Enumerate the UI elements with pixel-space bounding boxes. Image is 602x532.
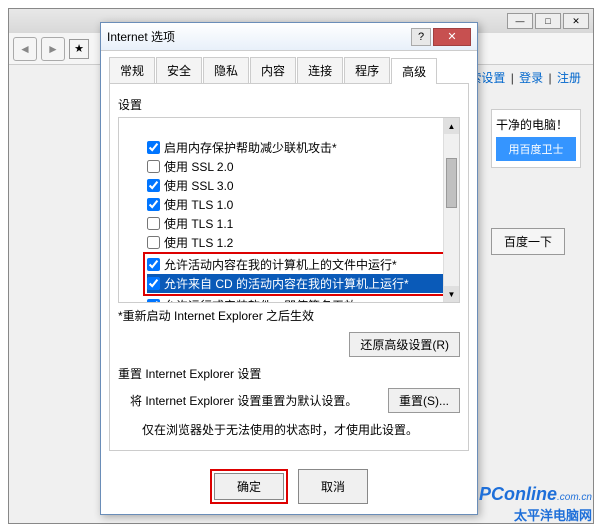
setting-label: 使用 TLS 1.1: [164, 215, 233, 232]
ok-button-highlight: 确定: [210, 469, 288, 504]
setting-checkbox[interactable]: [147, 217, 160, 230]
setting-label: 使用 SSL 3.0: [164, 177, 234, 194]
setting-checkbox[interactable]: [147, 299, 160, 303]
setting-label: 允许运行或安装软件，即使签名无效: [164, 297, 356, 303]
settings-listbox[interactable]: 🔒 启用内存保护帮助减少联机攻击* 使用 SSL 2.0 使用 SSL 3.0 使用 …: [118, 117, 460, 303]
setting-checkbox[interactable]: [147, 277, 160, 290]
setting-item[interactable]: 使用 SSL 3.0: [147, 176, 455, 195]
setting-label: 允许活动内容在我的计算机上的文件中运行*: [164, 256, 397, 273]
scroll-thumb[interactable]: [446, 158, 457, 208]
watermark-logo: PConline.com.cn: [479, 484, 592, 505]
setting-checkbox[interactable]: [147, 160, 160, 173]
setting-item[interactable]: 允许运行或安装软件，即使签名无效: [147, 296, 455, 303]
setting-label: 使用 SSL 2.0: [164, 158, 234, 175]
setting-label: 启用内存保护帮助减少联机攻击*: [164, 139, 337, 156]
reset-section-title: 重置 Internet Explorer 设置: [118, 365, 460, 382]
tab-连接[interactable]: 连接: [297, 57, 343, 83]
scrollbar[interactable]: ▲ ▼: [443, 118, 459, 302]
setting-item[interactable]: 使用 TLS 1.0: [147, 195, 455, 214]
setting-item[interactable]: 使用 TLS 1.1: [147, 214, 455, 233]
restore-defaults-button[interactable]: 还原高级设置(R): [349, 332, 460, 357]
forward-button[interactable]: ►: [41, 37, 65, 61]
dialog-titlebar[interactable]: Internet 选项 ? ✕: [101, 23, 477, 51]
setting-item[interactable]: 允许活动内容在我的计算机上的文件中运行*: [147, 255, 451, 274]
highlighted-settings: 允许活动内容在我的计算机上的文件中运行* 允许来自 CD 的活动内容在我的计算机上…: [143, 252, 455, 296]
reset-note: 仅在浏览器处于无法使用的状态时，才使用此设置。: [142, 421, 460, 438]
setting-label: 使用 TLS 1.2: [164, 234, 233, 251]
scroll-down-arrow[interactable]: ▼: [444, 286, 459, 302]
back-button[interactable]: ◄: [13, 37, 37, 61]
minimize-button[interactable]: —: [507, 13, 533, 29]
scroll-up-arrow[interactable]: ▲: [444, 118, 459, 134]
setting-checkbox[interactable]: [147, 198, 160, 211]
lock-icon: 🔒: [118, 123, 121, 137]
setting-label: 使用 TLS 1.0: [164, 196, 233, 213]
tab-程序[interactable]: 程序: [344, 57, 390, 83]
tab-高级[interactable]: 高级: [391, 58, 437, 84]
baidu-search-button[interactable]: 百度一下: [491, 228, 565, 255]
dialog-help-button[interactable]: ?: [411, 28, 431, 46]
dialog-close-button[interactable]: ✕: [433, 28, 471, 46]
settings-group-label: 设置: [118, 96, 460, 113]
setting-checkbox[interactable]: [147, 179, 160, 192]
reset-description: 将 Internet Explorer 设置重置为默认设置。: [130, 392, 357, 409]
tab-隐私[interactable]: 隐私: [203, 57, 249, 83]
setting-checkbox[interactable]: [147, 236, 160, 249]
maximize-button[interactable]: □: [535, 13, 561, 29]
close-button[interactable]: ✕: [563, 13, 589, 29]
advanced-tab-content: 设置 🔒 启用内存保护帮助减少联机攻击* 使用 SSL 2.0 使用 SSL 3.0…: [109, 83, 469, 451]
cancel-button[interactable]: 取消: [298, 469, 368, 504]
security-tree-node: 🔒: [127, 122, 455, 138]
setting-checkbox[interactable]: [147, 258, 160, 271]
setting-item[interactable]: 允许来自 CD 的活动内容在我的计算机上运行*: [147, 274, 451, 293]
promo-text: 干净的电脑！: [496, 116, 576, 133]
side-panel: 干净的电脑！ 用百度卫士 百度一下: [491, 109, 581, 255]
internet-options-dialog: Internet 选项 ? ✕ 常规安全隐私内容连接程序高级 设置 🔒 启用内存…: [100, 22, 478, 515]
reset-button[interactable]: 重置(S)...: [388, 388, 460, 413]
dialog-title-text: Internet 选项: [107, 28, 175, 45]
watermark: PConline.com.cn 太平洋电脑网: [479, 484, 592, 524]
dialog-tabs: 常规安全隐私内容连接程序高级: [101, 51, 477, 83]
register-link[interactable]: 注册: [557, 71, 581, 85]
promo-button[interactable]: 用百度卫士: [496, 137, 576, 161]
ok-button[interactable]: 确定: [214, 473, 284, 500]
restart-note: *重新启动 Internet Explorer 之后生效: [118, 307, 460, 324]
tab-内容[interactable]: 内容: [250, 57, 296, 83]
setting-item[interactable]: 使用 TLS 1.2: [147, 233, 455, 252]
browser-header-links: 索设置 | 登录 | 注册: [467, 69, 583, 86]
setting-item[interactable]: 使用 SSL 2.0: [147, 157, 455, 176]
setting-item[interactable]: 启用内存保护帮助减少联机攻击*: [147, 138, 455, 157]
login-link[interactable]: 登录: [519, 71, 543, 85]
favorites-icon[interactable]: ★: [69, 39, 89, 59]
tab-常规[interactable]: 常规: [109, 57, 155, 83]
tab-安全[interactable]: 安全: [156, 57, 202, 83]
setting-checkbox[interactable]: [147, 141, 160, 154]
promo-box: 干净的电脑！ 用百度卫士: [491, 109, 581, 168]
dialog-footer: 确定 取消: [101, 459, 477, 514]
watermark-subtitle: 太平洋电脑网: [479, 505, 592, 524]
setting-label: 允许来自 CD 的活动内容在我的计算机上运行*: [164, 275, 409, 292]
